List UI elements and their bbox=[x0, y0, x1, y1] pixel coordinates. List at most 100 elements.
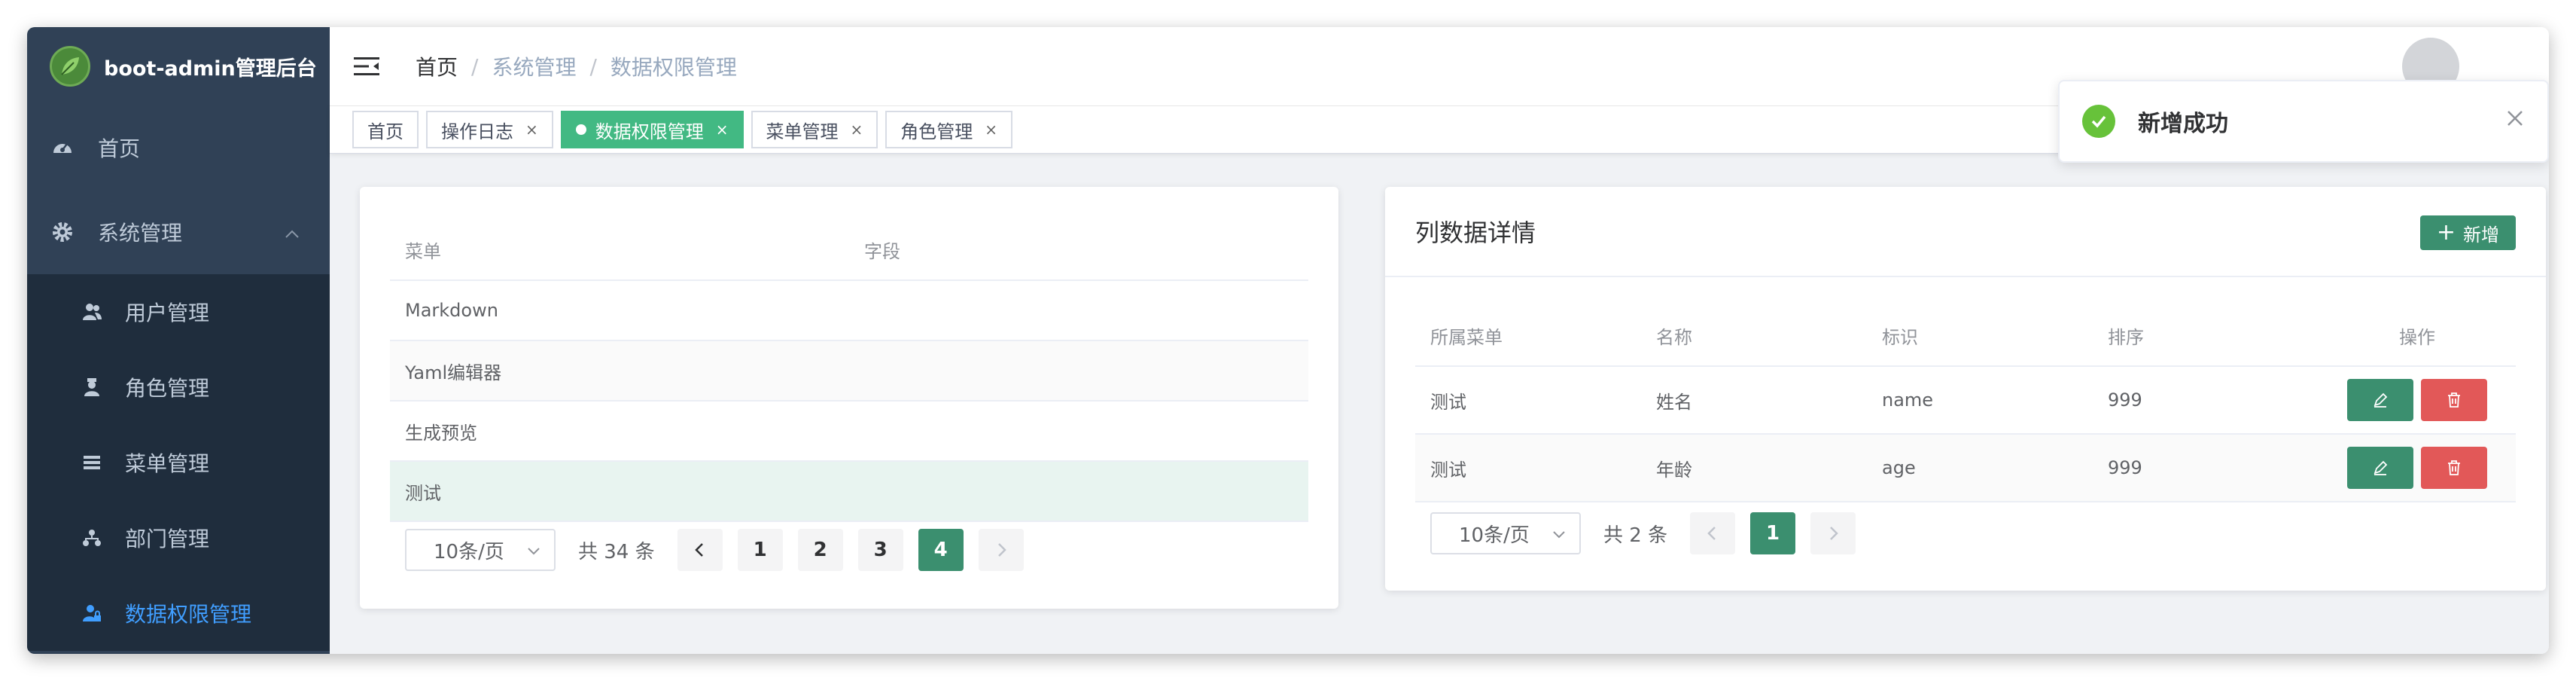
close-icon[interactable]: × bbox=[851, 121, 863, 139]
table-cell: Yaml编辑器 bbox=[390, 340, 1308, 402]
tag-operation-log[interactable]: 操作日志 × bbox=[426, 111, 553, 148]
submenu-system: 用户管理 角色管理 菜单管理 部门管理 数据权限管理 bbox=[27, 274, 330, 651]
sidebar-item-label: 数据权限管理 bbox=[125, 602, 252, 627]
table-row[interactable]: 生成预览 bbox=[390, 401, 1308, 462]
tag-label: 角色管理 bbox=[900, 121, 973, 142]
permission-icon bbox=[80, 601, 104, 625]
sidebar-item-users[interactable]: 用户管理 bbox=[27, 274, 330, 350]
menu-table-card: 菜单 字段 Markdown Yaml编辑器 生成预览 测试 10条/页 共 3… bbox=[360, 187, 1338, 609]
breadcrumb-separator: / bbox=[589, 53, 597, 79]
chevron-right-icon bbox=[1830, 527, 1838, 540]
chevron-right-icon bbox=[997, 543, 1006, 557]
trash-icon bbox=[2448, 392, 2460, 408]
close-icon[interactable]: × bbox=[716, 121, 729, 139]
breadcrumb-home[interactable]: 首页 bbox=[416, 51, 458, 81]
add-button-label: 新增 bbox=[2463, 224, 2499, 246]
tag-label: 首页 bbox=[367, 121, 403, 142]
column-header-name: 名称 bbox=[1641, 306, 1867, 367]
sidebar-item-menus[interactable]: 菜单管理 bbox=[27, 425, 330, 500]
leaf-logo-icon bbox=[50, 46, 90, 87]
tag-label: 菜单管理 bbox=[766, 121, 839, 142]
page-size-select[interactable]: 10条/页 bbox=[1430, 512, 1581, 554]
column-header-actions: 操作 bbox=[2319, 306, 2516, 367]
sidebar-item-label: 系统管理 bbox=[98, 221, 183, 246]
table-cell: name bbox=[1867, 366, 2093, 435]
breadcrumb-separator: / bbox=[471, 53, 479, 79]
sidebar-item-data-permission[interactable]: 数据权限管理 bbox=[27, 576, 330, 651]
table-cell: Markdown bbox=[390, 280, 1308, 341]
prev-page-button[interactable] bbox=[677, 529, 723, 571]
tag-role-management[interactable]: 角色管理 × bbox=[885, 111, 1013, 148]
logo[interactable]: boot-admin管理后台 bbox=[27, 27, 330, 105]
dashboard-icon bbox=[50, 135, 75, 160]
delete-button[interactable] bbox=[2421, 447, 2487, 489]
list-icon bbox=[80, 450, 104, 475]
close-icon[interactable]: × bbox=[985, 121, 997, 139]
column-header-menu: 菜单 bbox=[390, 220, 849, 281]
card-header: 列数据详情 + 新增 bbox=[1385, 187, 2546, 277]
sidebar-item-label: 用户管理 bbox=[125, 301, 210, 325]
hamburger-icon[interactable] bbox=[354, 55, 379, 78]
sidebar-item-label: 部门管理 bbox=[125, 527, 210, 551]
page-button[interactable]: 3 bbox=[857, 529, 903, 571]
plus-icon: + bbox=[2436, 219, 2456, 246]
sidebar-item-label: 首页 bbox=[98, 136, 141, 161]
sidebar-item-home[interactable]: 首页 bbox=[27, 105, 330, 190]
add-button[interactable]: + 新增 bbox=[2419, 215, 2516, 250]
chevron-up-icon bbox=[285, 220, 300, 245]
sidebar-item-roles[interactable]: 角色管理 bbox=[27, 350, 330, 425]
pencil-icon bbox=[2374, 392, 2388, 408]
actions-cell bbox=[2319, 366, 2516, 435]
trash-icon bbox=[2448, 460, 2460, 475]
sidebar-item-departments[interactable]: 部门管理 bbox=[27, 500, 330, 576]
delete-button[interactable] bbox=[2421, 379, 2487, 421]
users-icon bbox=[80, 300, 104, 324]
page-size-value: 10条/页 bbox=[1459, 524, 1530, 547]
next-page-button[interactable] bbox=[978, 529, 1024, 571]
column-header-field: 字段 bbox=[849, 220, 1308, 281]
pencil-icon bbox=[2374, 460, 2388, 475]
tag-menu-management[interactable]: 菜单管理 × bbox=[751, 111, 878, 148]
table-row[interactable]: Markdown bbox=[390, 280, 1308, 341]
edit-button[interactable] bbox=[2347, 447, 2413, 489]
card-title: 列数据详情 bbox=[1415, 218, 1536, 247]
page-button-current[interactable]: 4 bbox=[918, 529, 964, 571]
gear-icon bbox=[50, 219, 75, 245]
breadcrumb: 首页 / 系统管理 / 数据权限管理 bbox=[416, 51, 737, 81]
pagination-total: 共 2 条 bbox=[1603, 524, 1668, 547]
edit-button[interactable] bbox=[2347, 379, 2413, 421]
tag-data-permission[interactable]: 数据权限管理 × bbox=[560, 111, 744, 148]
table-cell: 999 bbox=[2093, 434, 2319, 502]
next-page-button[interactable] bbox=[1810, 512, 1856, 554]
success-notification: 新增成功 bbox=[2058, 80, 2549, 163]
tag-home[interactable]: 首页 bbox=[352, 111, 419, 148]
chevron-left-icon bbox=[1707, 527, 1716, 540]
table-row[interactable]: 测试 姓名 name 999 bbox=[1415, 366, 2516, 435]
tag-label: 操作日志 bbox=[441, 121, 513, 142]
notification-message: 新增成功 bbox=[2138, 111, 2228, 137]
table-row[interactable]: Yaml编辑器 bbox=[390, 340, 1308, 402]
table-row[interactable]: 测试 年龄 age 999 bbox=[1415, 434, 2516, 502]
prev-page-button[interactable] bbox=[1690, 512, 1736, 554]
tag-label: 数据权限管理 bbox=[595, 121, 704, 142]
table-row-selected[interactable]: 测试 bbox=[390, 461, 1308, 522]
column-detail-card: 列数据详情 + 新增 所属菜单 名称 标识 排序 操作 测试 姓名 name 9… bbox=[1385, 187, 2546, 591]
page-size-select[interactable]: 10条/页 bbox=[405, 529, 556, 571]
page-button-current[interactable]: 1 bbox=[1750, 512, 1796, 554]
close-icon[interactable]: × bbox=[525, 121, 538, 139]
table-cell: 测试 bbox=[390, 461, 1308, 522]
sidebar-item-system[interactable]: 系统管理 bbox=[27, 190, 330, 274]
close-icon[interactable] bbox=[2505, 108, 2525, 128]
table-cell: 姓名 bbox=[1641, 366, 1867, 435]
sidebar-item-label: 菜单管理 bbox=[125, 451, 210, 476]
breadcrumb-current: 数据权限管理 bbox=[610, 55, 737, 80]
table-cell: 测试 bbox=[1415, 366, 1641, 435]
table-cell: 生成预览 bbox=[390, 401, 1308, 462]
pagination-total: 共 34 条 bbox=[578, 540, 655, 563]
right-pagination: 10条/页 共 2 条 1 bbox=[1430, 512, 1871, 554]
column-header-order: 排序 bbox=[2093, 306, 2319, 367]
page-button[interactable]: 2 bbox=[797, 529, 843, 571]
page-button[interactable]: 1 bbox=[737, 529, 783, 571]
sidebar-item-label: 角色管理 bbox=[125, 376, 210, 401]
app-window: boot-admin管理后台 首页 系统管理 用户管理 角色管理 菜单管理 部门… bbox=[27, 27, 2549, 654]
